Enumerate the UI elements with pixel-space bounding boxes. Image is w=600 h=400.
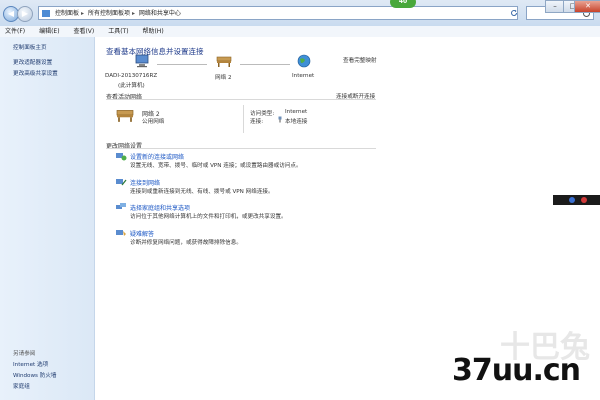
map-internet: Internet	[292, 73, 315, 79]
bench-icon	[116, 110, 134, 122]
homegroup-icon	[116, 203, 126, 209]
connect-network-icon	[116, 179, 127, 186]
sidebar-item-home[interactable]: 控制面板主页	[13, 43, 47, 51]
control-panel-icon	[42, 10, 50, 17]
divider-change	[106, 148, 376, 149]
divider-vertical	[243, 105, 244, 133]
menu-edit[interactable]: 编辑(E)	[39, 26, 59, 37]
menu-help[interactable]: 帮助(H)	[142, 26, 163, 37]
computer-sub: (此计算机)	[118, 83, 145, 89]
title-bar: ◀ ▶ 控制面板 ▸ 所有控制面板项 ▸ 网络和共享中心 – □ ✕ 40	[0, 0, 600, 27]
troubleshoot-icon	[116, 230, 126, 236]
task-troubleshoot-desc: 诊断并修复网络问题，或获得故障排除信息。	[130, 240, 242, 246]
ethernet-icon	[278, 116, 282, 123]
map-line-1	[157, 64, 207, 65]
bench-network-icon	[216, 56, 232, 67]
menu-view[interactable]: 查看(V)	[73, 26, 94, 37]
task-homegroup[interactable]: 选择家庭组和共享选项	[130, 203, 190, 212]
connection-label: 连接:	[250, 119, 264, 125]
globe-icon	[297, 54, 311, 68]
sidebar-item-firewall[interactable]: Windows 防火墙	[13, 371, 57, 379]
close-button[interactable]: ✕	[574, 0, 600, 13]
local-connection-link[interactable]: 本地连接	[285, 117, 307, 125]
divider-active	[106, 99, 376, 100]
breadcrumb-2[interactable]: 网络和共享中心	[139, 10, 181, 17]
address-bar[interactable]: 控制面板 ▸ 所有控制面板项 ▸ 网络和共享中心	[38, 6, 518, 20]
page-title: 查看基本网络信息并设置连接	[106, 47, 204, 56]
forward-button[interactable]: ▶	[17, 6, 33, 22]
task-connect-network[interactable]: 连接到网络	[130, 178, 160, 187]
sidebar-item-homegroup[interactable]: 家庭组	[13, 382, 30, 390]
sidebar-item-sharing[interactable]: 更改高级共享设置	[13, 69, 58, 77]
full-map-link[interactable]: 查看完整映射	[343, 56, 377, 64]
sidebar-item-internet-options[interactable]: Internet 选项	[13, 360, 48, 368]
computer-name: DADI-20130716RZ	[105, 73, 158, 79]
task-new-connection-desc: 设置无线、宽带、拨号、临时或 VPN 连接；或设置路由器或访问点。	[130, 163, 302, 169]
breadcrumb-1[interactable]: 所有控制面板项	[88, 10, 130, 17]
sidebar-item-adapter[interactable]: 更改适配器设置	[13, 58, 52, 66]
menu-tools[interactable]: 工具(T)	[108, 26, 128, 37]
tray-dot-red	[581, 197, 587, 203]
breadcrumb-0[interactable]: 控制面板	[55, 10, 79, 17]
menu-file[interactable]: 文件(F)	[5, 26, 25, 37]
minimize-button[interactable]: –	[545, 0, 565, 13]
new-connection-icon	[116, 153, 127, 161]
watermark-brand: 37uu.cn	[452, 353, 581, 388]
task-new-connection[interactable]: 设置新的连接或网络	[130, 152, 184, 161]
tray-widget[interactable]	[553, 195, 600, 205]
task-connect-network-desc: 连接到或重新连接到无线、有线、拨号或 VPN 网络连接。	[130, 189, 274, 195]
notification-badge: 40	[390, 0, 416, 8]
map-line-2	[240, 64, 290, 65]
task-troubleshoot[interactable]: 疑难解答	[130, 229, 154, 238]
network-type-link[interactable]: 公用网络	[142, 117, 164, 125]
access-type-value: Internet	[285, 109, 308, 115]
computer-icon	[135, 54, 149, 68]
task-homegroup-desc: 访问位于其他网络计算机上的文件和打印机，或更改共享设置。	[130, 214, 287, 220]
map-network-name: 网络 2	[215, 75, 232, 81]
tray-dot-blue	[569, 197, 575, 203]
see-also-heading: 另请参阅	[13, 351, 36, 357]
sidebar: 控制面板主页 更改适配器设置 更改高级共享设置 另请参阅 Internet 选项…	[0, 37, 95, 400]
refresh-icon[interactable]	[510, 9, 518, 17]
access-type-label: 访问类型:	[250, 111, 275, 117]
